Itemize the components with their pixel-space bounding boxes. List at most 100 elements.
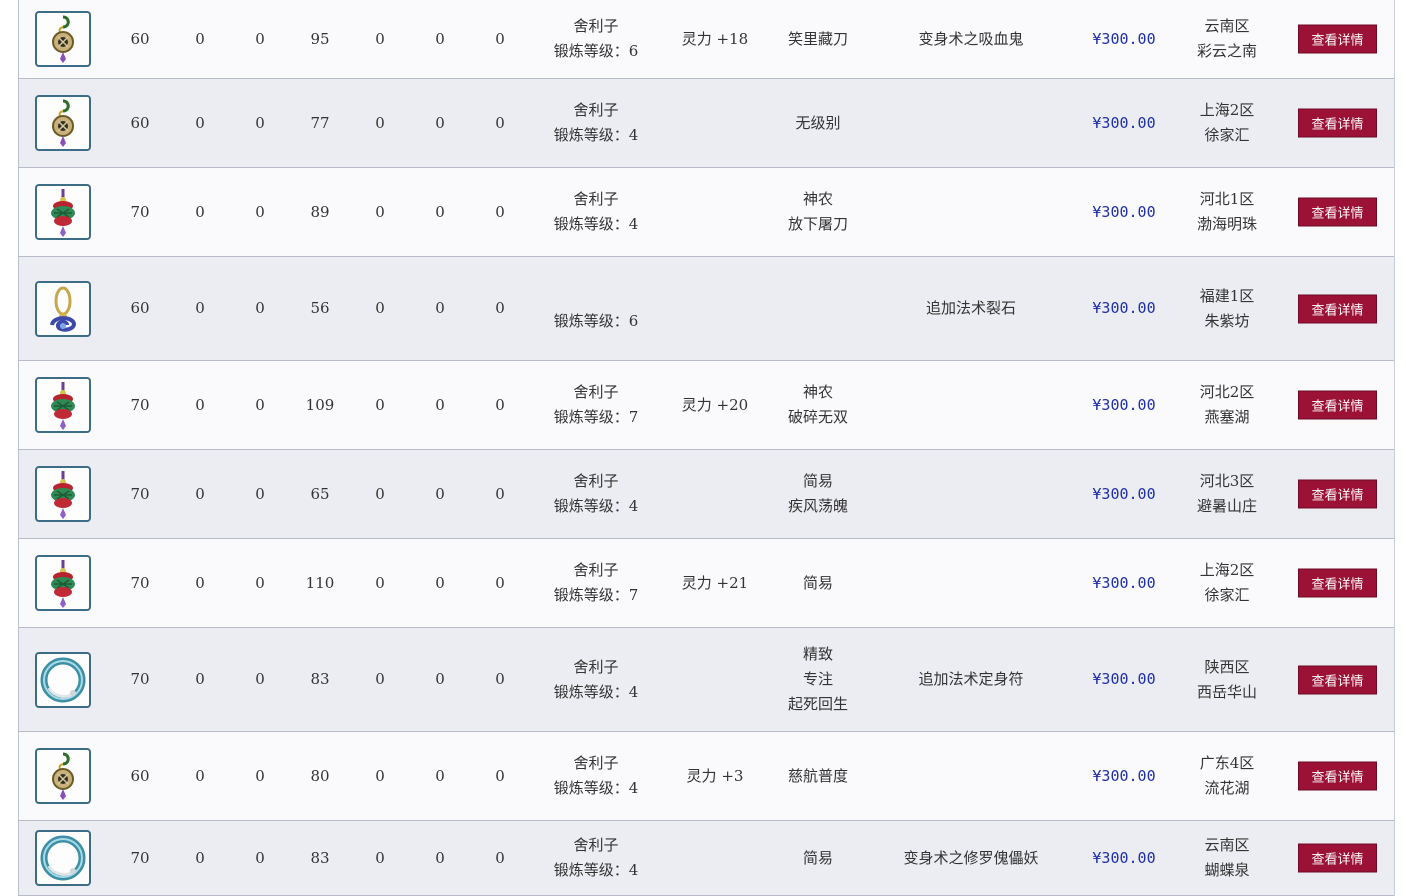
forge-level: 锻炼等级：4 (553, 861, 639, 879)
view-details-button[interactable]: 查看详情 (1298, 197, 1377, 227)
view-details-button[interactable]: 查看详情 (1298, 390, 1377, 420)
stat-b-value: 0 (255, 395, 265, 414)
stat-a-value: 0 (195, 848, 205, 867)
view-details-button[interactable]: 查看详情 (1298, 665, 1377, 694)
stat-f-value: 0 (495, 113, 505, 132)
server-cell: 上海2区 徐家汇 (1177, 79, 1277, 167)
server-name: 燕塞湖 (1204, 408, 1250, 426)
stat-a-cell: 0 (180, 168, 220, 256)
gem-forge-cell: 舍利子 锻炼等级：4 (536, 450, 656, 538)
traits-cell: 慈航普度 (753, 732, 883, 820)
stat-d-value: 0 (375, 299, 385, 317)
stat-e-value: 0 (435, 113, 445, 132)
view-details-button[interactable]: 查看详情 (1298, 843, 1377, 873)
view-details-button[interactable]: 查看详情 (1298, 761, 1377, 791)
stat-f-cell: 0 (480, 0, 520, 78)
effect-value: 追加法术定身符 (918, 670, 1024, 688)
item-icon[interactable] (35, 280, 91, 337)
stat-a-value: 0 (195, 202, 205, 221)
view-details-button[interactable]: 查看详情 (1298, 568, 1377, 598)
table-row: 70 0 0 83 0 0 0 舍利子 锻炼等级：4 简易 变身术之修罗傀儡妖 … (19, 821, 1394, 896)
item-icon[interactable] (35, 184, 91, 240)
item-icon[interactable] (35, 95, 91, 151)
effect-cell (881, 539, 1061, 627)
trait-label: 笑里藏刀 (787, 29, 848, 48)
view-details-button[interactable]: 查看详情 (1298, 108, 1377, 138)
item-icon[interactable] (35, 748, 91, 804)
table-row: 70 0 0 109 0 0 0 舍利子 锻炼等级：7 灵力 +20 神农 破碎无… (19, 361, 1394, 450)
table-row: 70 0 0 89 0 0 0 舍利子 锻炼等级：4 神农 放下屠刀 ¥300.0… (19, 168, 1394, 257)
bonus-cell (665, 628, 765, 731)
effect-cell (881, 361, 1061, 449)
view-details-button[interactable]: 查看详情 (1298, 24, 1377, 54)
effect-cell (881, 79, 1061, 167)
traits-cell (753, 257, 883, 360)
stat-c-value: 80 (310, 766, 330, 785)
table-row: 70 0 0 110 0 0 0 舍利子 锻炼等级：7 灵力 +21 简易 ¥3… (19, 539, 1394, 628)
gem-forge-cell: 舍利子 锻炼等级：4 (536, 168, 656, 256)
stat-c-cell: 83 (295, 821, 345, 895)
stat-a-value: 0 (195, 484, 205, 503)
item-icon[interactable] (35, 11, 91, 67)
stat-e-value: 0 (435, 299, 445, 317)
item-icon[interactable] (35, 830, 91, 886)
stat-b-cell: 0 (240, 168, 280, 256)
effect-cell (881, 732, 1061, 820)
view-details-button[interactable]: 查看详情 (1298, 294, 1377, 323)
stat-c-value: 89 (310, 202, 330, 221)
stat-b-cell: 0 (240, 79, 280, 167)
view-details-button[interactable]: 查看详情 (1298, 479, 1377, 509)
gem-name: 舍利子 (573, 190, 619, 208)
trait-label: 简易 (802, 472, 833, 490)
traits-cell: 笑里藏刀 (753, 0, 883, 78)
stat-d-cell: 0 (360, 0, 400, 78)
stat-a-value: 0 (195, 573, 205, 592)
stat-f-value: 0 (495, 29, 505, 48)
level-cell: 70 (120, 821, 160, 895)
forge-level: 锻炼等级：4 (553, 215, 639, 233)
trait-label: 疾风荡魄 (787, 497, 848, 515)
gem-forge-cell: 舍利子 锻炼等级：6 (536, 0, 656, 78)
item-icon[interactable] (35, 651, 91, 708)
effect-cell: 变身术之修罗傀儡妖 (881, 821, 1061, 895)
level-value: 60 (130, 29, 150, 48)
listing-table: 60 0 0 95 0 0 0 舍利子 锻炼等级：6 灵力 +18 笑里藏刀 变… (19, 0, 1394, 896)
price-cell: ¥300.00 (1074, 0, 1174, 78)
stat-f-cell: 0 (480, 821, 520, 895)
gem-name: 舍利子 (573, 836, 619, 854)
stat-b-cell: 0 (240, 450, 280, 538)
forge-level: 锻炼等级：4 (553, 497, 639, 515)
level-value: 70 (130, 484, 150, 503)
traits-cell: 简易 疾风荡魄 (753, 450, 883, 538)
stat-a-value: 0 (195, 766, 205, 785)
price-value: ¥300.00 (1092, 202, 1156, 221)
server-name: 流花湖 (1204, 779, 1250, 797)
server-cell: 上海2区 徐家汇 (1177, 539, 1277, 627)
table-row: 60 0 0 77 0 0 0 舍利子 锻炼等级：4 无级别 ¥300.00 上… (19, 79, 1394, 168)
stat-e-cell: 0 (420, 361, 460, 449)
stat-d-value: 0 (375, 670, 385, 688)
server-region: 河北1区 (1199, 190, 1255, 208)
price-value: ¥300.00 (1092, 484, 1156, 503)
level-cell: 60 (120, 257, 160, 360)
stat-b-value: 0 (255, 299, 265, 317)
level-cell: 70 (120, 450, 160, 538)
gem-forge-cell: 舍利子 锻炼等级：4 (536, 732, 656, 820)
stat-d-cell: 0 (360, 732, 400, 820)
item-icon[interactable] (35, 377, 91, 433)
stat-e-value: 0 (435, 202, 445, 221)
stat-b-cell: 0 (240, 732, 280, 820)
item-icon[interactable] (35, 555, 91, 611)
bonus-cell: 灵力 +3 (665, 732, 765, 820)
server-region: 上海2区 (1199, 561, 1255, 579)
stat-b-cell: 0 (240, 539, 280, 627)
stat-c-cell: 80 (295, 732, 345, 820)
server-name: 彩云之南 (1196, 42, 1257, 60)
cloud-pendant-icon (52, 99, 74, 147)
item-icon[interactable] (35, 466, 91, 522)
stat-b-value: 0 (255, 484, 265, 503)
bonus-value: 灵力 +21 (681, 573, 749, 592)
trait-label: 无级别 (795, 113, 841, 132)
stat-c-cell: 65 (295, 450, 345, 538)
server-name: 蝴蝶泉 (1204, 861, 1250, 879)
